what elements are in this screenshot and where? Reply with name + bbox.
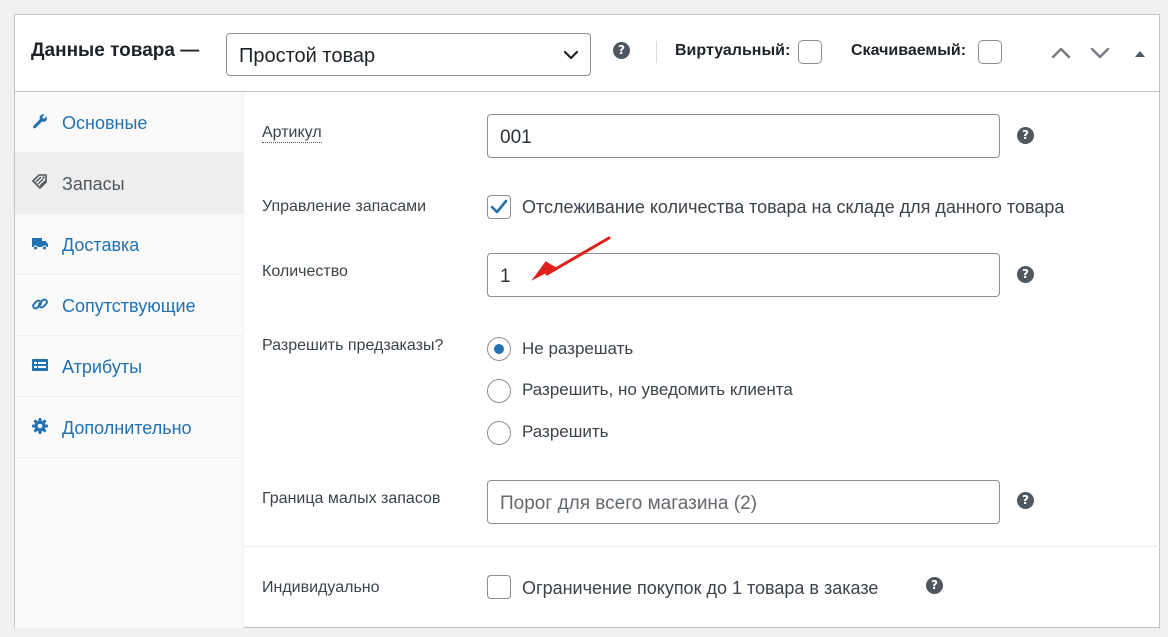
backorders-radio-no[interactable] (487, 337, 511, 361)
list-card-icon (32, 359, 48, 371)
product-data-panel: Данные товара — Простой товар ? Виртуаль… (14, 14, 1160, 628)
backorders-radio-yes[interactable] (487, 421, 511, 445)
quantity-label: Количество (262, 263, 348, 280)
checkmark-icon (490, 199, 508, 214)
virtual-label: Виртуальный: (675, 42, 791, 59)
backorders-option-label[interactable]: Разрешить (522, 422, 609, 442)
sku-input[interactable]: 001 (487, 114, 1000, 158)
downloadable-label: Скачиваемый: (851, 42, 967, 59)
truck-icon (32, 238, 48, 251)
tab-inventory[interactable]: Запасы (15, 153, 243, 214)
sku-value: 001 (500, 127, 532, 148)
tab-label: Дополнительно (62, 418, 192, 438)
tab-linked-products[interactable]: Сопутствующие (15, 275, 243, 336)
quantity-value: 1 (500, 266, 511, 287)
sold-individually-label: Индивидуально (262, 579, 380, 596)
help-icon[interactable]: ? (1017, 127, 1034, 144)
product-type-value: Простой товар (239, 45, 376, 67)
move-up-icon[interactable] (1050, 43, 1072, 63)
low-stock-input[interactable]: Порог для всего магазина (2) (487, 480, 1000, 524)
product-type-select[interactable]: Простой товар (226, 33, 591, 76)
tab-label: Сопутствующие (62, 296, 196, 316)
backorders-option-label[interactable]: Разрешить, но уведомить клиента (522, 380, 793, 400)
divider (244, 546, 1160, 547)
inventory-panel: Артикул 001 ? Управление запасами Отслеж… (244, 92, 1160, 628)
tab-label: Доставка (62, 235, 140, 255)
manage-stock-checkbox[interactable] (487, 195, 511, 219)
chevron-down-icon (563, 50, 579, 60)
downloadable-checkbox[interactable] (978, 40, 1002, 64)
help-icon[interactable]: ? (1017, 266, 1034, 283)
virtual-checkbox[interactable] (798, 40, 822, 64)
tab-label: Атрибуты (62, 357, 143, 377)
product-data-tabs: Основные Запасы Доставка Сопутствующие А… (15, 92, 244, 628)
tab-attributes[interactable]: Атрибуты (15, 336, 243, 397)
help-icon[interactable]: ? (926, 577, 943, 594)
annotation-arrow (531, 236, 611, 281)
sku-label: Артикул (262, 124, 322, 143)
sold-individually-checkbox[interactable] (487, 575, 511, 599)
wrench-icon (33, 114, 47, 129)
manage-stock-checkbox-label[interactable]: Отслеживание количества товара на складе… (522, 197, 1064, 218)
tab-label: Основные (62, 113, 148, 133)
backorders-option-label[interactable]: Не разрешать (522, 339, 633, 359)
divider (656, 41, 657, 63)
low-stock-placeholder: Порог для всего магазина (2) (500, 493, 757, 514)
tab-advanced[interactable]: Дополнительно (15, 397, 243, 458)
gear-icon (32, 418, 48, 434)
panel-header: Данные товара — Простой товар ? Виртуаль… (15, 15, 1159, 92)
move-down-icon[interactable] (1089, 43, 1111, 63)
panel-title: Данные товара — (31, 40, 200, 61)
tab-shipping[interactable]: Доставка (15, 214, 243, 275)
sold-individually-checkbox-label[interactable]: Ограничение покупок до 1 товара в заказе (522, 578, 878, 599)
help-icon[interactable]: ? (613, 42, 630, 59)
tab-general[interactable]: Основные (15, 92, 243, 153)
link-icon (32, 298, 48, 310)
low-stock-label: Граница малых запасов (262, 490, 441, 507)
tab-label: Запасы (62, 174, 125, 194)
backorders-radio-notify[interactable] (487, 379, 511, 403)
manage-stock-label: Управление запасами (262, 198, 427, 215)
tag-icon (31, 174, 47, 190)
backorders-label: Разрешить предзаказы? (262, 337, 444, 354)
collapse-toggle-icon[interactable] (1129, 43, 1151, 63)
help-icon[interactable]: ? (1017, 492, 1034, 509)
